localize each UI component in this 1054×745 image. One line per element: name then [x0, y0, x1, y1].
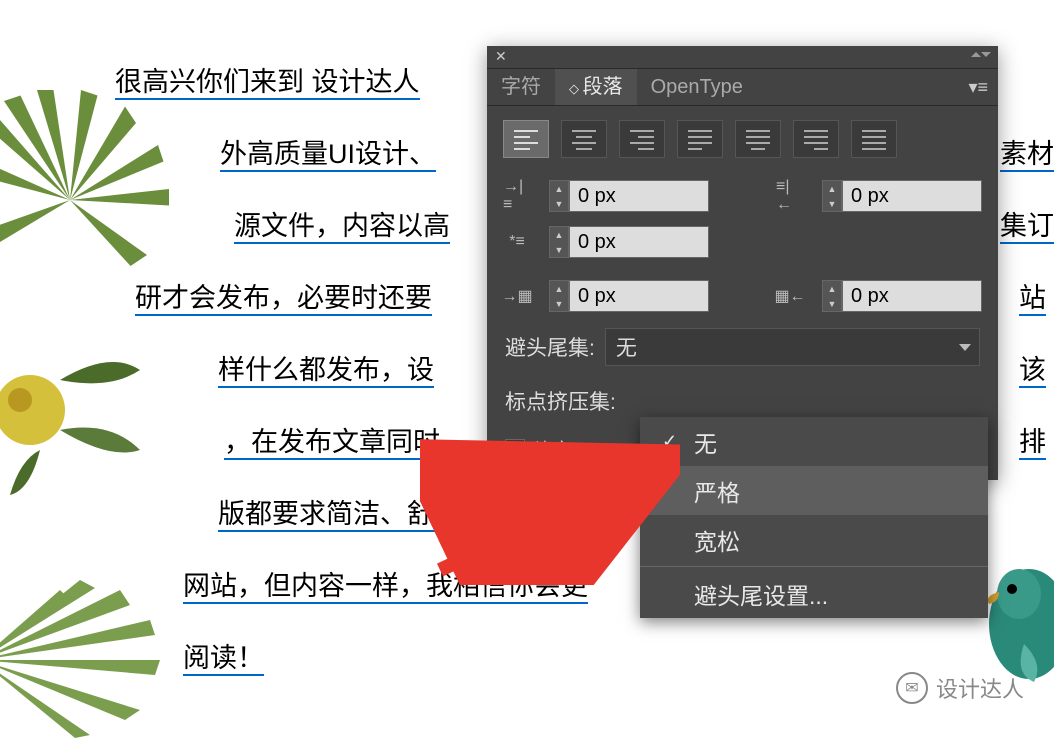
stepper-up-icon[interactable]: ▲ [823, 181, 841, 196]
alignment-row [487, 106, 998, 172]
left-indent-input[interactable] [569, 180, 709, 212]
chevron-down-icon [959, 344, 971, 351]
justify-center-button[interactable] [735, 120, 781, 158]
tab-character[interactable]: 字符 [487, 69, 555, 105]
stepper-down-icon[interactable]: ▼ [550, 242, 568, 257]
panel-tabs: 字符 ◇ 段落 OpenType ▾≡ [487, 69, 998, 106]
left-indent-icon: →|≡ [503, 178, 531, 214]
stepper-down-icon[interactable]: ▼ [550, 296, 568, 311]
palm-leaf-decoration-2 [0, 580, 180, 740]
doc-text-line[interactable]: 很高兴你们来到 设计达人 [115, 60, 420, 99]
doc-text-line[interactable]: 网站，但内容一样，我相信你会更 [183, 564, 588, 603]
stepper-down-icon[interactable]: ▼ [823, 196, 841, 211]
doc-text-line[interactable]: 该 [1019, 348, 1046, 387]
space-after-icon: ▦← [776, 286, 804, 306]
ligature-checkbox[interactable]: ✓ [505, 439, 525, 459]
mojikumi-label: 标点挤压集: [505, 386, 616, 416]
space-after-field[interactable]: ▲▼ [822, 280, 982, 312]
doc-text-line[interactable]: 站 [1019, 276, 1046, 315]
tab-paragraph[interactable]: ◇ 段落 [555, 69, 637, 105]
right-indent-field[interactable]: ▲▼ [822, 180, 982, 212]
stepper-up-icon[interactable]: ▲ [550, 227, 568, 242]
justify-left-button[interactable] [677, 120, 723, 158]
tab-opentype[interactable]: OpenType [637, 69, 757, 105]
ligature-label: 连字 [535, 436, 571, 462]
doc-text-line[interactable]: 源文件，内容以高 [234, 204, 450, 243]
watermark: ✉ 设计达人 [896, 672, 1024, 704]
space-before-input[interactable] [569, 280, 709, 312]
close-icon[interactable]: ✕ [495, 48, 507, 65]
dropdown-item-loose[interactable]: 宽松 [640, 515, 988, 564]
doc-text-line[interactable]: 版都要求简洁、舒适 [218, 492, 461, 531]
collapse-icon[interactable] [974, 52, 988, 60]
dropdown-item-strict[interactable]: 严格 [640, 466, 988, 515]
align-center-button[interactable] [561, 120, 607, 158]
doc-text-line[interactable]: 样什么都发布，设 [218, 348, 434, 387]
doc-text-line[interactable]: 排 [1019, 420, 1046, 459]
first-line-indent-icon: *≡ [503, 233, 531, 251]
kinsoku-dropdown: ✓无 严格 宽松 避头尾设置... [640, 417, 988, 618]
stepper-up-icon[interactable]: ▲ [550, 281, 568, 296]
panel-titlebar[interactable]: ✕ [487, 46, 998, 69]
wechat-icon: ✉ [896, 672, 928, 704]
space-before-icon: →▦ [503, 286, 531, 306]
first-line-indent-field[interactable]: ▲▼ [549, 226, 709, 258]
space-before-field[interactable]: ▲▼ [549, 280, 709, 312]
right-indent-icon: ≡|← [776, 178, 804, 214]
align-right-button[interactable] [619, 120, 665, 158]
align-left-button[interactable] [503, 120, 549, 158]
dropdown-item-settings[interactable]: 避头尾设置... [640, 569, 988, 618]
justify-right-button[interactable] [793, 120, 839, 158]
space-after-input[interactable] [842, 280, 982, 312]
right-indent-input[interactable] [842, 180, 982, 212]
doc-text-line[interactable]: 素材 [1000, 132, 1054, 171]
doc-text-line[interactable]: 集订 [1000, 204, 1054, 243]
stepper-up-icon[interactable]: ▲ [823, 281, 841, 296]
first-line-indent-input[interactable] [569, 226, 709, 258]
doc-text-line[interactable]: 研才会发布，必要时还要 [135, 276, 432, 315]
dropdown-separator [640, 566, 988, 567]
kinsoku-label: 避头尾集: [505, 332, 595, 362]
stepper-down-icon[interactable]: ▼ [823, 296, 841, 311]
panel-menu-icon[interactable]: ▾≡ [958, 77, 998, 98]
flower-decoration [0, 320, 150, 500]
stepper-up-icon[interactable]: ▲ [550, 181, 568, 196]
kinsoku-select[interactable]: 无 [605, 328, 980, 366]
check-icon: ✓ [662, 431, 680, 452]
dropdown-item-none[interactable]: ✓无 [640, 417, 988, 466]
left-indent-field[interactable]: ▲▼ [549, 180, 709, 212]
doc-text-line[interactable]: 阅读！ [183, 636, 264, 675]
doc-text-line[interactable]: ，在发布文章同时 [224, 420, 440, 459]
paragraph-panel: ✕ 字符 ◇ 段落 OpenType ▾≡ →|≡ ▲▼ ≡|← ▲▼ *≡ ▲… [487, 46, 998, 480]
doc-text-line[interactable]: 外高质量UI设计、 [220, 132, 436, 171]
stepper-down-icon[interactable]: ▼ [550, 196, 568, 211]
justify-all-button[interactable] [851, 120, 897, 158]
